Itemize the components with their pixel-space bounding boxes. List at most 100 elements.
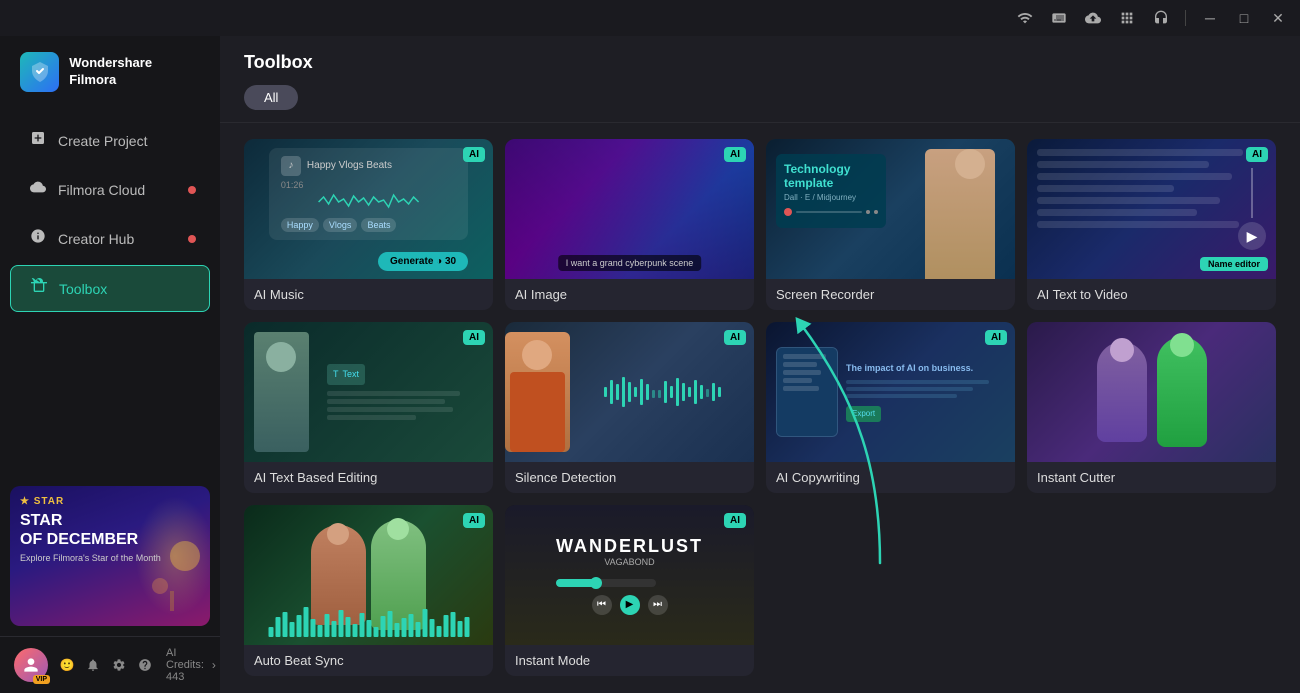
instant-mode-screen: WANDERLUST VAGABOND ⏮ ▶ <box>505 505 754 645</box>
card-label-ai-text-to-video: AI Text to Video <box>1027 279 1276 310</box>
card-ai-text-based-editing[interactable]: AI T Text <box>244 322 493 493</box>
logo-icon <box>20 52 59 92</box>
minimize-icon[interactable]: ─ <box>1196 4 1224 32</box>
headphone-icon[interactable] <box>1147 4 1175 32</box>
footer-chevron-icon[interactable]: › <box>212 658 216 672</box>
card-label-ai-music: AI Music <box>244 279 493 310</box>
instant-mode-logo: WANDERLUST <box>556 536 703 557</box>
footer-icons: 🙂 <box>56 654 156 676</box>
card-thumb-silence-detection: AI <box>505 322 754 462</box>
promo-subtitle: Explore Filmora's Star of the Month <box>20 553 200 563</box>
app-name: Wondershare Filmora <box>69 55 200 89</box>
sidebar-label-create-project: Create Project <box>58 133 147 149</box>
tag-happy: Happy <box>281 218 319 232</box>
tag-beats: Beats <box>361 218 396 232</box>
card-auto-beat-sync[interactable]: AI <box>244 505 493 676</box>
filter-all-btn[interactable]: All <box>244 85 298 110</box>
card-silence-detection[interactable]: AI <box>505 322 754 493</box>
ai-badge-image: AI <box>724 147 746 162</box>
cloud-upload-icon[interactable] <box>1079 4 1107 32</box>
card-thumb-text-editing: AI T Text <box>244 322 493 462</box>
card-instant-mode[interactable]: AI WANDERLUST VAGABOND <box>505 505 754 676</box>
ai-badge-music: AI <box>463 147 485 162</box>
card-label-text-based-editing: AI Text Based Editing <box>244 462 493 493</box>
ai-badge-copywriting: AI <box>985 330 1007 345</box>
card-label-instant-mode: Instant Mode <box>505 645 754 676</box>
keyboard-icon[interactable] <box>1045 4 1073 32</box>
card-label-auto-beat-sync: Auto Beat Sync <box>244 645 493 676</box>
settings-icon[interactable] <box>108 654 130 676</box>
notification-dot <box>188 186 196 194</box>
sidebar-label-creator-hub: Creator Hub <box>58 231 134 247</box>
tag-vlogs: Vlogs <box>323 218 358 232</box>
sidebar: Wondershare Filmora Create Project Filmo… <box>0 36 220 693</box>
card-screen-recorder[interactable]: Technology template Dall · E / Midjourne… <box>766 139 1015 310</box>
user-avatar[interactable]: VIP <box>14 648 48 682</box>
name-editor-btn: Name editor <box>1200 257 1268 271</box>
app-logo: Wondershare Filmora <box>0 36 220 108</box>
apps-grid-icon[interactable] <box>1113 4 1141 32</box>
generate-button[interactable]: Generate ◑ 30 <box>378 252 468 271</box>
beat-waveform <box>252 607 485 637</box>
card-label-silence-detection: Silence Detection <box>505 462 754 493</box>
sidebar-item-filmora-cloud[interactable]: Filmora Cloud <box>10 167 210 212</box>
sidebar-nav: Create Project Filmora Cloud Creator Hub <box>0 108 220 476</box>
ai-badge-beat-sync: AI <box>463 513 485 528</box>
ai-image-prompt: I want a grand cyberpunk scene <box>558 255 702 271</box>
toolbox-icon <box>31 278 47 299</box>
instant-mode-sub: VAGABOND <box>556 557 703 567</box>
card-label-screen-recorder: Screen Recorder <box>766 279 1015 310</box>
card-thumb-ai-text-to-video: AI ▶ <box>1027 139 1276 279</box>
promo-eyebrow: ★ STAR <box>20 496 200 507</box>
create-project-icon <box>30 130 46 151</box>
card-instant-cutter[interactable]: Instant Cutter <box>1027 322 1276 493</box>
emoji-icon[interactable]: 🙂 <box>56 654 78 676</box>
creator-hub-icon <box>30 228 46 249</box>
card-thumb-ai-music: AI ♪ Happy Vlogs Beats 01:26 <box>244 139 493 279</box>
ai-badge-silence: AI <box>724 330 746 345</box>
sidebar-item-toolbox[interactable]: Toolbox <box>10 265 210 312</box>
filmora-cloud-icon <box>30 179 46 200</box>
help-icon[interactable] <box>134 654 156 676</box>
card-ai-copywriting[interactable]: AI The <box>766 322 1015 493</box>
card-thumb-ai-copywriting: AI The <box>766 322 1015 462</box>
music-tags: Happy Vlogs Beats <box>281 218 456 232</box>
card-label-instant-cutter: Instant Cutter <box>1027 462 1276 493</box>
screen-recorder-title: Technology template <box>784 162 878 191</box>
notification-dot-2 <box>188 235 196 243</box>
promo-banner[interactable]: ★ STAR STAROF DECEMBER Explore Filmora's… <box>10 486 210 626</box>
maximize-icon[interactable]: □ <box>1230 4 1258 32</box>
card-thumb-instant-cutter <box>1027 322 1276 462</box>
card-thumb-ai-image: AI I want a grand cyberpunk scene <box>505 139 754 279</box>
close-icon[interactable]: ✕ <box>1264 4 1292 32</box>
card-thumb-screen-recorder: Technology template Dall · E / Midjourne… <box>766 139 1015 279</box>
divider <box>1185 10 1186 26</box>
wifi-icon[interactable] <box>1011 4 1039 32</box>
card-ai-music[interactable]: AI ♪ Happy Vlogs Beats 01:26 <box>244 139 493 310</box>
export-btn: Export <box>846 406 881 422</box>
sidebar-item-create-project[interactable]: Create Project <box>10 118 210 163</box>
sidebar-footer: VIP 🙂 AI Credits: 443 › <box>0 636 220 693</box>
card-label-ai-copywriting: AI Copywriting <box>766 462 1015 493</box>
sidebar-label-filmora-cloud: Filmora Cloud <box>58 182 145 198</box>
sidebar-label-toolbox: Toolbox <box>59 281 107 297</box>
titlebar: ─ □ ✕ <box>0 0 1300 36</box>
content-area: Toolbox All AI ♪ Happy Vlogs Beats <box>220 36 1300 693</box>
card-ai-text-to-video[interactable]: AI ▶ <box>1027 139 1276 310</box>
bell-icon[interactable] <box>82 654 104 676</box>
ai-credits-label: AI Credits: 443 <box>166 647 204 683</box>
card-label-ai-image: AI Image <box>505 279 754 310</box>
ai-badge-instant-mode: AI <box>724 513 746 528</box>
ai-badge-text-editing: AI <box>463 330 485 345</box>
page-title: Toolbox <box>244 52 1276 73</box>
sidebar-item-creator-hub[interactable]: Creator Hub <box>10 216 210 261</box>
music-card-inner: ♪ Happy Vlogs Beats 01:26 Happy <box>269 148 468 240</box>
promo-title: STAROF DECEMBER <box>20 511 200 549</box>
tools-grid: AI ♪ Happy Vlogs Beats 01:26 <box>220 123 1300 692</box>
ai-badge-text-to-video: AI <box>1246 147 1268 162</box>
card-ai-image[interactable]: AI I want a grand cyberpunk scene AI Ima… <box>505 139 754 310</box>
vip-badge: VIP <box>33 675 50 684</box>
card-thumb-instant-mode: AI WANDERLUST VAGABOND <box>505 505 754 645</box>
card-thumb-auto-beat-sync: AI <box>244 505 493 645</box>
filter-bar: All <box>244 85 1276 110</box>
